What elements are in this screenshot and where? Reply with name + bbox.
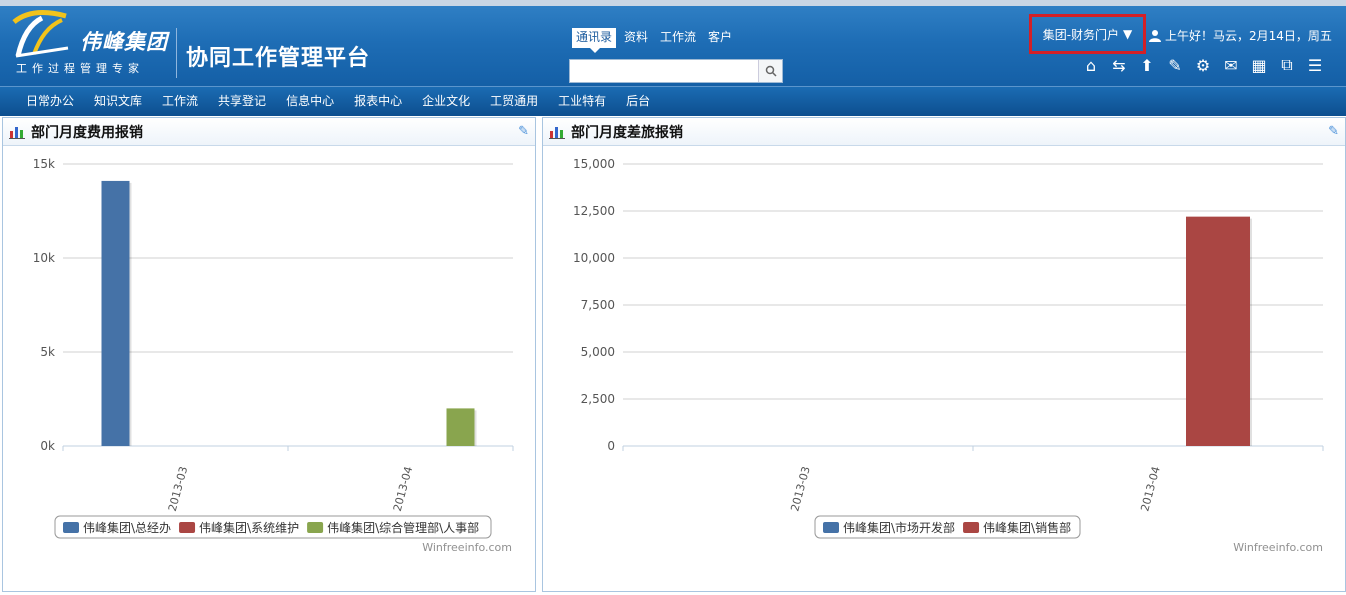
y-tick-label: 15,000 bbox=[573, 157, 615, 171]
x-tick-label: 2013-03 bbox=[166, 465, 190, 513]
top-header: 伟峰集团 工作过程管理专家 协同工作管理平台 通讯录 资料 工作流 客户 集团-… bbox=[0, 0, 1346, 86]
edit-icon[interactable]: ✎ bbox=[1164, 54, 1186, 76]
x-tick-label: 2013-04 bbox=[1138, 465, 1162, 513]
expense-panel: 部门月度费用报销 ✎ 0k 5k 10k 15k 2013-03 2013-04 伟峰集团\… bbox=[2, 117, 536, 592]
search-input[interactable] bbox=[570, 60, 758, 82]
main-nav: 日常办公 知识文库 工作流 共享登记 信息中心 报表中心 企业文化 工贸通用 工… bbox=[0, 86, 1346, 116]
search-tab-customers[interactable]: 客户 bbox=[704, 28, 736, 48]
y-tick-label: 12,500 bbox=[573, 204, 615, 218]
nav-workflow[interactable]: 工作流 bbox=[152, 87, 208, 116]
chart-credit[interactable]: Winfreeinfo.com bbox=[1233, 541, 1323, 554]
platform-title: 协同工作管理平台 bbox=[186, 46, 371, 71]
x-tick-label: 2013-03 bbox=[788, 465, 812, 513]
x-tick-label: 2013-04 bbox=[391, 465, 415, 513]
chart-icon bbox=[9, 126, 25, 139]
search-button[interactable] bbox=[758, 60, 782, 82]
legend-item[interactable]: 伟峰集团\市场开发部 bbox=[843, 520, 955, 535]
logo-divider bbox=[176, 28, 177, 78]
legend-item[interactable]: 伟峰集团\销售部 bbox=[983, 520, 1071, 535]
search-tab-workflow[interactable]: 工作流 bbox=[656, 28, 700, 48]
legend-item[interactable]: 伟峰集团\总经办 bbox=[83, 520, 171, 535]
y-tick-label: 5k bbox=[40, 345, 55, 359]
chart-icon bbox=[549, 126, 565, 139]
calendar-icon[interactable]: ▦ bbox=[1248, 54, 1270, 76]
user-greeting: 上午好！马云，2月14日，周五 bbox=[1149, 27, 1332, 44]
search-icon bbox=[765, 65, 777, 77]
y-tick-label: 2,500 bbox=[581, 392, 615, 406]
nav-industry-trade[interactable]: 工贸通用 bbox=[480, 87, 548, 116]
bar[interactable] bbox=[446, 408, 475, 446]
travel-expense-chart: 0 2,500 5,000 7,500 10,000 12,500 15,000 2013-0… bbox=[573, 157, 1324, 554]
bar[interactable] bbox=[1186, 216, 1250, 446]
chevron-down-icon: ▼ bbox=[1123, 27, 1133, 41]
pencil-icon[interactable]: ✎ bbox=[518, 124, 529, 139]
legend-swatch bbox=[63, 522, 79, 533]
nav-knowledge-base[interactable]: 知识文库 bbox=[84, 87, 152, 116]
legend-item[interactable]: 伟峰集团\综合管理部\人事部 bbox=[327, 520, 479, 535]
nav-info-center[interactable]: 信息中心 bbox=[276, 87, 344, 116]
portal-label: 集团-财务门户 bbox=[1042, 27, 1120, 42]
notebook-icon[interactable]: ☰ bbox=[1304, 54, 1326, 76]
logo-mark-icon bbox=[12, 10, 69, 58]
settings-icon[interactable]: ⚙ bbox=[1192, 54, 1214, 76]
legend-swatch bbox=[963, 522, 980, 533]
legend-swatch bbox=[179, 522, 196, 533]
portal-switcher[interactable]: 集团-财务门户 ▼ bbox=[1029, 14, 1146, 54]
nav-report-center[interactable]: 报表中心 bbox=[344, 87, 412, 116]
nav-industry-specific[interactable]: 工业特有 bbox=[548, 87, 616, 116]
logo-name: 伟峰集团 bbox=[80, 30, 168, 54]
travel-expense-panel: 部门月度差旅报销 ✎ 0 2,500 5,000 7,500 10,000 12,500 1… bbox=[542, 117, 1346, 592]
bar[interactable] bbox=[101, 180, 130, 447]
search-scope-tabs: 通讯录 资料 工作流 客户 bbox=[572, 28, 736, 53]
chart-legend: 伟峰集团\总经办 伟峰集团\系统维护 伟峰集团\综合管理部\人事部 bbox=[54, 515, 492, 539]
nav-admin[interactable]: 后台 bbox=[616, 87, 660, 116]
y-tick-label: 10,000 bbox=[573, 251, 615, 265]
pencil-icon[interactable]: ✎ bbox=[1328, 124, 1339, 139]
company-logo[interactable]: 伟峰集团 工作过程管理专家 bbox=[8, 8, 168, 82]
toolbar: ⌂ ⇆ ⬆ ✎ ⚙ ✉ ▦ ⧉ ☰ bbox=[1080, 54, 1326, 76]
chart-legend: 伟峰集团\市场开发部 伟峰集团\销售部 bbox=[814, 515, 1081, 539]
legend-swatch bbox=[823, 522, 839, 533]
y-tick-label: 7,500 bbox=[581, 298, 615, 312]
panel-title: 部门月度费用报销 bbox=[31, 124, 143, 141]
y-tick-label: 15k bbox=[33, 157, 55, 171]
chart-credit[interactable]: Winfreeinfo.com bbox=[422, 541, 512, 554]
expense-chart: 0k 5k 10k 15k 2013-03 2013-04 伟峰集团\总经办 伟峰集团\系统维… bbox=[33, 157, 514, 554]
search-tab-documents[interactable]: 资料 bbox=[620, 28, 652, 48]
nav-corporate-culture[interactable]: 企业文化 bbox=[412, 87, 480, 116]
search-box bbox=[569, 59, 783, 83]
switch-icon[interactable]: ⇆ bbox=[1108, 54, 1130, 76]
user-icon bbox=[1149, 30, 1161, 42]
legend-swatch bbox=[307, 522, 324, 533]
mail-icon[interactable]: ✉ bbox=[1220, 54, 1242, 76]
nav-daily-office[interactable]: 日常办公 bbox=[16, 87, 84, 116]
logo-slogan: 工作过程管理专家 bbox=[16, 62, 144, 75]
y-tick-label: 5,000 bbox=[581, 345, 615, 359]
y-tick-label: 10k bbox=[33, 251, 55, 265]
legend-item[interactable]: 伟峰集团\系统维护 bbox=[199, 520, 299, 535]
home-icon[interactable]: ⌂ bbox=[1080, 54, 1102, 76]
binoculars-icon[interactable]: ⧉ bbox=[1276, 54, 1298, 76]
panel-header: 部门月度费用报销 ✎ bbox=[3, 118, 535, 146]
upload-icon[interactable]: ⬆ bbox=[1136, 54, 1158, 76]
greeting-text: 上午好！马云，2月14日，周五 bbox=[1165, 29, 1332, 43]
y-tick-label: 0 bbox=[607, 439, 615, 453]
panel-title: 部门月度差旅报销 bbox=[571, 124, 683, 141]
search-tab-contacts[interactable]: 通讯录 bbox=[572, 28, 617, 53]
nav-shared-registry[interactable]: 共享登记 bbox=[208, 87, 276, 116]
y-tick-label: 0k bbox=[40, 439, 55, 453]
panel-header: 部门月度差旅报销 ✎ bbox=[543, 118, 1345, 146]
